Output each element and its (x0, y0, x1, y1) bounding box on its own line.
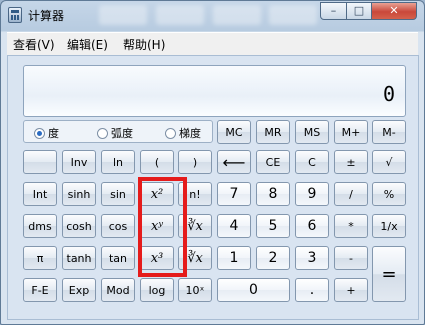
radio-radians[interactable]: 弧度 (97, 125, 133, 141)
digit-8-button[interactable]: 8 (256, 182, 290, 206)
digit-4-button[interactable]: 4 (217, 214, 251, 238)
ce-button[interactable]: CE (256, 150, 290, 174)
divide-button[interactable]: / (334, 182, 368, 206)
result-display: 0 (23, 65, 406, 117)
digit-1-button[interactable]: 1 (217, 246, 251, 270)
calculator-app-icon (8, 7, 22, 23)
m-minus-button[interactable]: M- (372, 120, 406, 144)
cosh-button[interactable]: cosh (62, 214, 96, 238)
ln-button[interactable]: ln (101, 150, 135, 174)
mod-button[interactable]: Mod (101, 278, 135, 302)
radio-degrees[interactable]: 度 (34, 125, 59, 141)
digit-6-button[interactable]: 6 (295, 214, 329, 238)
digit-9-button[interactable]: 9 (295, 182, 329, 206)
angle-mode-group: 度 弧度 梯度 (23, 120, 213, 143)
digit-5-button[interactable]: 5 (256, 214, 290, 238)
tanh-button[interactable]: tanh (62, 246, 96, 270)
radio-label: 梯度 (179, 127, 201, 140)
digit-7-button[interactable]: 7 (217, 182, 251, 206)
add-button[interactable]: + (334, 278, 368, 302)
log-button[interactable]: log (140, 278, 174, 302)
radio-label: 弧度 (111, 127, 133, 140)
radio-dot-icon (97, 128, 108, 139)
display-value: 0 (382, 82, 395, 106)
inv-button[interactable]: Inv (62, 150, 96, 174)
tan-button[interactable]: tan (101, 246, 135, 270)
backspace-button[interactable]: ⟵ (217, 150, 251, 174)
dms-button[interactable]: dms (23, 214, 57, 238)
sinh-button[interactable]: sinh (62, 182, 96, 206)
pi-button[interactable]: π (23, 246, 57, 270)
blank-button[interactable] (23, 150, 57, 174)
left-paren-button[interactable]: ( (140, 150, 174, 174)
subtract-button[interactable]: - (334, 246, 368, 270)
radio-dot-icon (165, 128, 176, 139)
radio-label: 度 (48, 127, 59, 140)
minimize-button[interactable]: – (320, 2, 347, 20)
int-button[interactable]: Int (23, 182, 57, 206)
cos-button[interactable]: cos (101, 214, 135, 238)
background-ghost (213, 5, 261, 25)
calculator-window: 计算器 – □ ✕ 查看(V) 编辑(E) 帮助(H) 0 度 弧度 梯度 MC… (0, 0, 425, 325)
percent-button[interactable]: % (372, 182, 406, 206)
fe-button[interactable]: F-E (23, 278, 57, 302)
clear-button[interactable]: C (295, 150, 329, 174)
backspace-arrow-icon: ⟵ (222, 152, 246, 172)
sqrt-button[interactable]: √ (372, 150, 406, 174)
radio-dot-icon (34, 128, 45, 139)
equals-button[interactable]: = (372, 246, 406, 302)
close-button[interactable]: ✕ (371, 2, 417, 20)
mc-button[interactable]: MC (217, 120, 251, 144)
ms-button[interactable]: MS (295, 120, 329, 144)
window-title: 计算器 (28, 9, 65, 23)
ten-power-x-button[interactable]: 10ˣ (178, 278, 212, 302)
maximize-button[interactable]: □ (346, 2, 372, 20)
m-plus-button[interactable]: M+ (334, 120, 368, 144)
mr-button[interactable]: MR (256, 120, 290, 144)
multiply-button[interactable]: * (334, 214, 368, 238)
title-bar: 计算器 – □ ✕ (1, 1, 424, 29)
digit-3-button[interactable]: 3 (295, 246, 329, 270)
background-ghost (269, 5, 317, 25)
reciprocal-button[interactable]: 1/x (372, 214, 406, 238)
right-paren-button[interactable]: ) (178, 150, 212, 174)
plus-minus-button[interactable]: ± (334, 150, 368, 174)
digit-0-button[interactable]: 0 (217, 278, 290, 302)
background-ghost (99, 5, 147, 25)
menu-view[interactable]: 查看(V) (13, 36, 55, 53)
menu-edit[interactable]: 编辑(E) (67, 36, 108, 53)
calculator-body: 0 度 弧度 梯度 MC MR MS M+ M- Inv ln ( ) ⟵ CE… (7, 55, 419, 320)
menu-help[interactable]: 帮助(H) (123, 36, 165, 53)
digit-2-button[interactable]: 2 (256, 246, 290, 270)
background-ghost (156, 5, 204, 25)
exp-button[interactable]: Exp (62, 278, 96, 302)
highlight-box (138, 177, 187, 277)
radio-grads[interactable]: 梯度 (165, 125, 201, 141)
sin-button[interactable]: sin (101, 182, 135, 206)
decimal-button[interactable]: . (295, 278, 329, 302)
menu-bar: 查看(V) 编辑(E) 帮助(H) (7, 32, 418, 55)
